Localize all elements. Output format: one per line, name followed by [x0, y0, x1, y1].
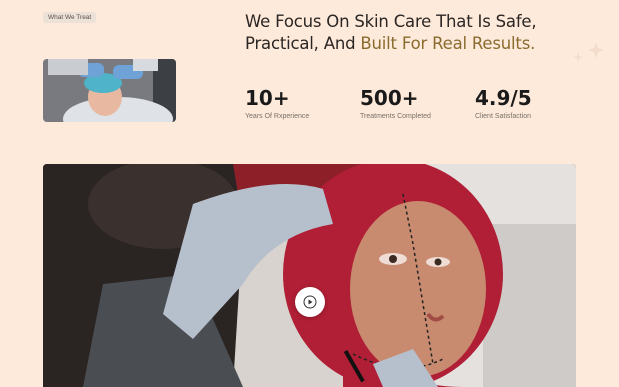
hero-illustration — [43, 164, 576, 387]
stat-experience: 10+ Years Of Rxperience — [245, 86, 309, 120]
stat-treatments: 500+ Treatments Completed — [360, 86, 431, 120]
sparkle-icon — [573, 42, 604, 62]
stat-label: Treatments Completed — [360, 113, 431, 120]
headline-line-2: Practical, And Built For Real Results. — [245, 33, 536, 55]
facial-treatment-photo — [43, 59, 176, 122]
skin-procedure-photo — [43, 164, 576, 387]
thumbnail-illustration — [43, 59, 176, 122]
stat-value: 10+ — [245, 86, 290, 110]
stat-satisfaction: 4.9/5 Client Satisfaction — [475, 86, 532, 120]
stat-label: Years Of Rxperience — [245, 113, 310, 120]
stat-label: Client Satisfaction — [475, 113, 532, 120]
play-icon — [303, 295, 317, 309]
stat-value: 500+ — [360, 86, 419, 110]
headline-line-1: We Focus On Skin Care That Is Safe, — [245, 12, 537, 31]
stat-value: 4.9/5 — [475, 86, 532, 110]
section-tag: What We Treat — [43, 12, 97, 23]
page-headline: We Focus On Skin Care That Is Safe, Prac… — [245, 11, 537, 55]
headline-accent: Built For Real Results. — [360, 34, 536, 53]
headline-line-2-text: Practical, And — [245, 34, 361, 53]
play-video-button[interactable] — [295, 287, 325, 317]
stats-row: 10+ Years Of Rxperience 500+ Treatments … — [245, 86, 575, 126]
